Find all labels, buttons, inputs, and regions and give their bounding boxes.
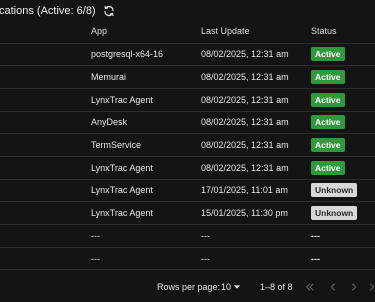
apps-table: App Last Update Status postgresql-x64-16… (0, 20, 375, 271)
table-row: LynxTrac Agent 08/02/2025, 12:31 am Active (0, 89, 375, 112)
cell-status: --- (311, 248, 320, 270)
panel-title: cations (Active: 6/8) (0, 5, 96, 17)
cell-app: --- (91, 253, 100, 264)
cell-last-update: --- (201, 253, 210, 264)
table-row: LynxTrac Agent 17/01/2025, 11:01 am Unknow… (0, 180, 375, 203)
table-row: LynxTrac Agent 15/01/2025, 11:30 pm Unknow… (0, 202, 375, 225)
column-header-app[interactable]: App (91, 20, 107, 43)
table-row: LynxTrac Agent 08/02/2025, 12:31 am Active (0, 157, 375, 180)
first-page-icon[interactable] (305, 276, 315, 298)
table-row: TermService 08/02/2025, 12:31 am Active (0, 134, 375, 157)
cell-last-update: 08/02/2025, 12:31 am (201, 140, 289, 151)
panel-header: cations (Active: 6/8) (0, 2, 115, 20)
status-badge: Active (311, 70, 345, 85)
status-badge: Active (311, 92, 345, 107)
table-row: postgresql-x64-16 08/02/2025, 12:31 am Act… (0, 44, 375, 67)
cell-last-update: 17/01/2025, 11:01 am (201, 185, 288, 196)
cell-status: Active (311, 44, 345, 66)
cell-status: Unknown (311, 202, 358, 224)
cell-last-update: 15/01/2025, 11:30 pm (201, 208, 288, 219)
cell-app: postgresql-x64-16 (91, 49, 164, 60)
column-header-status[interactable]: Status (311, 20, 337, 43)
status-badge: Unknown (311, 183, 358, 198)
cell-last-update: 08/02/2025, 12:31 am (201, 162, 289, 173)
cell-app: TermService (91, 140, 142, 151)
status-badge: --- (311, 253, 320, 264)
last-page-icon[interactable] (369, 276, 375, 298)
cell-app: --- (91, 230, 100, 241)
cell-status: --- (311, 225, 320, 247)
cell-status: Unknown (311, 180, 358, 202)
table-row: --- --- --- (0, 248, 375, 271)
cell-last-update: 08/02/2025, 12:31 am (201, 49, 289, 60)
status-badge: Active (311, 160, 345, 175)
rows-per-page-label: Rows per page: (157, 282, 221, 292)
cell-app: LynxTrac Agent (91, 94, 153, 105)
status-badge: Active (311, 115, 345, 130)
cell-app: LynxTrac Agent (91, 162, 153, 173)
column-header-last-update[interactable]: Last Update (201, 20, 250, 43)
cell-last-update: 08/02/2025, 12:31 am (201, 72, 289, 83)
pagination-range: 1–8 of 8 (260, 282, 293, 292)
caret-down-icon[interactable] (233, 276, 241, 298)
cell-app: AnyDesk (91, 117, 128, 128)
cell-status: Active (311, 66, 345, 88)
refresh-icon[interactable] (103, 5, 115, 17)
table-row: AnyDesk 08/02/2025, 12:31 am Active (0, 112, 375, 135)
status-badge: --- (311, 230, 320, 241)
cell-status: Active (311, 134, 345, 156)
table-pagination: Rows per page: 10 1–8 of 8 (0, 276, 375, 298)
cell-status: Active (311, 112, 345, 134)
table-row: Memurai 08/02/2025, 12:31 am Active (0, 66, 375, 89)
rows-per-page-select[interactable]: 10 (221, 276, 231, 298)
cell-status: Active (311, 89, 345, 111)
previous-page-icon[interactable] (329, 276, 337, 298)
status-badge: Active (311, 47, 345, 62)
table-row: --- --- --- (0, 225, 375, 248)
cell-app: Memurai (91, 72, 127, 83)
cell-status: Active (311, 157, 345, 179)
status-badge: Active (311, 138, 345, 153)
cell-app: LynxTrac Agent (91, 208, 153, 219)
cell-app: LynxTrac Agent (91, 185, 153, 196)
table-header-row: App Last Update Status (0, 20, 375, 44)
status-badge: Unknown (311, 206, 358, 221)
cell-last-update: --- (201, 230, 210, 241)
cell-last-update: 08/02/2025, 12:31 am (201, 117, 289, 128)
cell-last-update: 08/02/2025, 12:31 am (201, 94, 289, 105)
next-page-icon[interactable] (350, 276, 358, 298)
